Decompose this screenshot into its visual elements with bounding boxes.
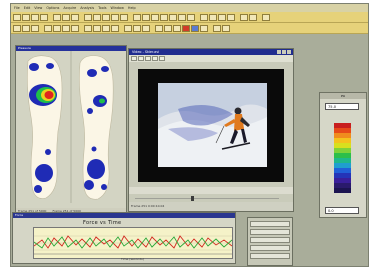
tile-button[interactable] xyxy=(249,13,257,21)
menu-bar: File Edit View Options Acquire Analysis … xyxy=(11,4,368,12)
grid-button[interactable] xyxy=(102,13,110,21)
trim-button[interactable] xyxy=(124,24,132,32)
sensor-button[interactable] xyxy=(218,13,226,21)
split-button[interactable] xyxy=(133,24,141,32)
color-scale-panel: PSI 75.0 0.0 xyxy=(319,92,367,218)
paste-button[interactable] xyxy=(71,13,79,21)
stop-button[interactable] xyxy=(160,13,168,21)
line-button[interactable] xyxy=(31,24,39,32)
video-snapshot-button[interactable] xyxy=(159,56,165,61)
window-button[interactable] xyxy=(240,13,248,21)
options-panel xyxy=(247,217,293,266)
rotate-button[interactable] xyxy=(111,24,119,32)
report-button[interactable] xyxy=(164,24,172,32)
cut-button[interactable] xyxy=(53,13,61,21)
shaded-button[interactable] xyxy=(102,24,110,32)
skier-video-image xyxy=(138,69,284,182)
print-button[interactable] xyxy=(40,13,48,21)
menu-tools[interactable]: Tools xyxy=(98,4,106,12)
video-open-button[interactable] xyxy=(131,56,137,61)
box-button[interactable] xyxy=(22,24,30,32)
play-back-button[interactable] xyxy=(151,13,159,21)
minimize-button[interactable] xyxy=(277,50,281,54)
option-row-2[interactable] xyxy=(250,229,290,235)
force-window[interactable]: Force Force vs Time Time (seconds) xyxy=(12,212,236,264)
about-button[interactable] xyxy=(222,24,230,32)
scale-segment xyxy=(334,188,351,193)
first-frame-button[interactable] xyxy=(133,13,141,21)
video-window[interactable]: Video - Skier.avi Frame 251 0:00:10.04 xyxy=(128,48,294,212)
video-status-bar: Frame 251 0:00:10.04 xyxy=(129,202,293,211)
option-row-1[interactable] xyxy=(250,221,290,227)
select-button[interactable] xyxy=(13,24,21,32)
force-plot-title: Force vs Time xyxy=(83,220,122,226)
video-button[interactable] xyxy=(173,24,181,32)
rec-indicator-button[interactable] xyxy=(182,24,190,32)
menu-analysis[interactable]: Analysis xyxy=(80,4,94,12)
force-xlabel: Time (seconds) xyxy=(121,257,144,261)
wireframe-button[interactable] xyxy=(93,24,101,32)
contact-button[interactable] xyxy=(71,24,79,32)
option-row-4[interactable] xyxy=(250,245,290,251)
new-button[interactable] xyxy=(13,13,21,21)
contour-button[interactable] xyxy=(84,24,92,32)
menu-options[interactable]: Options xyxy=(46,4,59,12)
menu-window[interactable]: Window xyxy=(111,4,124,12)
main-toolbar xyxy=(11,12,368,23)
scale-max-input[interactable]: 75.0 xyxy=(325,103,359,110)
video-zoom-button[interactable] xyxy=(138,56,144,61)
view-2d-button[interactable] xyxy=(111,13,119,21)
zoom-in-button[interactable] xyxy=(84,13,92,21)
app-window: File Edit View Options Acquire Analysis … xyxy=(10,3,369,267)
copy-button[interactable] xyxy=(62,13,70,21)
zoom-out-button[interactable] xyxy=(93,13,101,21)
menu-edit[interactable]: Edit xyxy=(24,4,31,12)
menu-file[interactable]: File xyxy=(14,4,20,12)
menu-acquire[interactable]: Acquire xyxy=(63,4,76,12)
peak-button[interactable] xyxy=(227,13,235,21)
info-button[interactable] xyxy=(213,24,221,32)
force-plot-area xyxy=(33,227,233,259)
merge-button[interactable] xyxy=(142,24,150,32)
last-frame-button[interactable] xyxy=(187,13,195,21)
calibrate-button[interactable] xyxy=(209,13,217,21)
video-fit-button[interactable] xyxy=(145,56,151,61)
cop-button[interactable] xyxy=(44,24,52,32)
video-status-text: Frame 251 0:00:10.04 xyxy=(131,204,165,208)
sync-button[interactable] xyxy=(191,24,199,32)
scrubber-thumb[interactable] xyxy=(191,196,194,201)
left-insole-map xyxy=(27,55,63,199)
option-row-5[interactable] xyxy=(250,253,290,259)
maximize-button[interactable] xyxy=(282,50,286,54)
prev-frame-button[interactable] xyxy=(142,13,150,21)
play-button[interactable] xyxy=(169,13,177,21)
pressure-map-window[interactable]: Pressure Frame 251 of 5000 Frame 251 of … xyxy=(15,45,127,215)
scale-min-input[interactable]: 0.0 xyxy=(325,207,359,214)
next-frame-button[interactable] xyxy=(178,13,186,21)
help-button[interactable] xyxy=(262,13,270,21)
video-scrubber[interactable] xyxy=(129,187,293,201)
color-scale-bar xyxy=(334,123,351,203)
export-button[interactable] xyxy=(155,24,163,32)
scale-title: PSI xyxy=(320,93,366,99)
right-insole-map xyxy=(79,55,114,200)
video-sync-button[interactable] xyxy=(152,56,158,61)
option-row-3[interactable] xyxy=(250,237,290,243)
view-3d-button[interactable] xyxy=(120,13,128,21)
record-button[interactable] xyxy=(200,13,208,21)
menu-help[interactable]: Help xyxy=(128,4,136,12)
area-button[interactable] xyxy=(62,24,70,32)
open-button[interactable] xyxy=(22,13,30,21)
close-button[interactable] xyxy=(287,50,291,54)
video-toolbar xyxy=(129,55,293,62)
force-window-title: Force xyxy=(13,213,235,218)
save-button[interactable] xyxy=(31,13,39,21)
video-window-title: Video - Skier.avi xyxy=(132,50,160,54)
force-button[interactable] xyxy=(53,24,61,32)
pressure-map-view[interactable] xyxy=(16,51,126,208)
settings-button[interactable] xyxy=(200,24,208,32)
secondary-toolbar xyxy=(11,23,368,34)
video-frame xyxy=(138,69,284,182)
menu-view[interactable]: View xyxy=(34,4,42,12)
